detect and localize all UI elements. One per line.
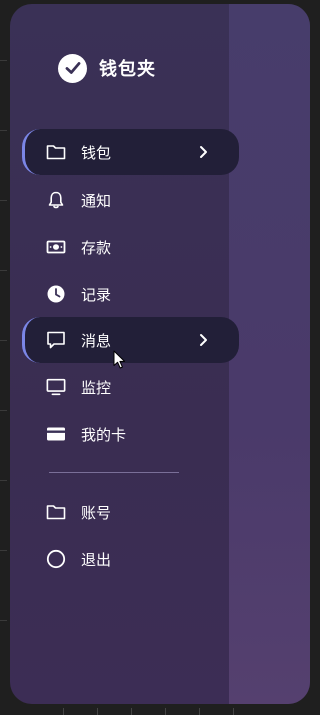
sidebar-item-label: 钱包 [81,143,112,162]
menu-divider [49,472,179,473]
check-circle-icon [58,53,87,83]
monitor-icon [46,377,66,397]
circle-icon [46,549,66,569]
sidebar-item-messages[interactable]: 消息 [22,317,239,363]
clock-icon [46,284,66,304]
mouse-cursor-icon [113,350,127,370]
ruler-bottom [0,703,267,715]
content-area-edge [229,4,310,704]
sidebar-item-label: 我的卡 [81,425,127,444]
sidebar-item-label: 存款 [81,238,112,257]
bell-icon [46,190,66,210]
sidebar-item-deposit[interactable]: 存款 [22,224,239,270]
sidebar-item-label: 退出 [81,550,112,569]
folder-icon [46,502,66,522]
brand-title: 钱包夹 [99,59,156,80]
sidebar-item-logout[interactable]: 退出 [22,536,239,582]
sidebar-item-notifications[interactable]: 通知 [22,177,239,223]
folder-icon [46,142,66,162]
sidebar-item-label: 记录 [81,285,112,304]
sidebar-item-wallet[interactable]: 钱包 [22,129,239,175]
chevron-right-icon [195,332,211,348]
brand[interactable]: 钱包夹 [58,52,156,84]
sidebar-item-monitoring[interactable]: 监控 [22,364,239,410]
ruler-left [0,0,10,715]
sidebar-item-label: 消息 [81,331,112,350]
chat-icon [46,330,66,350]
card-icon [46,424,66,444]
cash-icon [46,237,66,257]
sidebar-item-label: 通知 [81,191,112,210]
sidebar-item-label: 监控 [81,378,112,397]
sidebar-item-account[interactable]: 账号 [22,489,239,535]
sidebar-item-my-cards[interactable]: 我的卡 [22,411,239,457]
sidebar-item-label: 账号 [81,503,112,522]
sidebar-item-records[interactable]: 记录 [22,271,239,317]
chevron-right-icon [195,144,211,160]
